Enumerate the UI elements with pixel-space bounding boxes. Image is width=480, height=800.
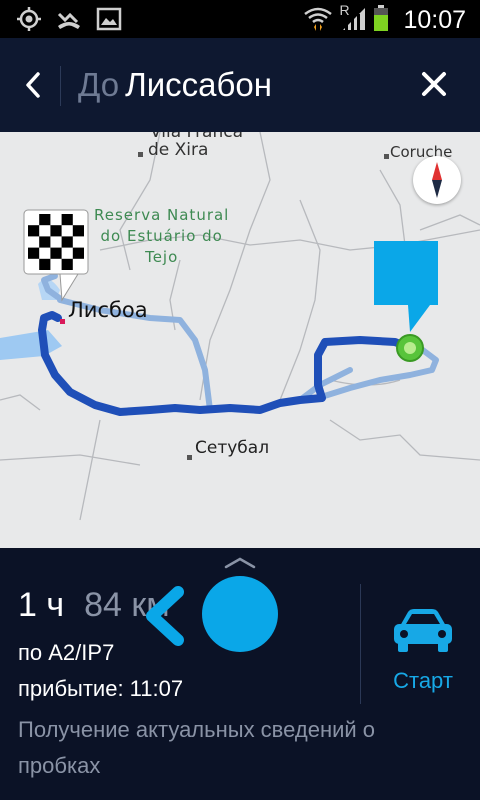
reserva-line-1: Reserva Natural xyxy=(94,206,230,224)
back-button[interactable] xyxy=(14,64,52,106)
start-label: Старт xyxy=(393,668,453,693)
city-dot-lisboa xyxy=(60,319,65,324)
map-label-lisboa: Лисбоа xyxy=(68,298,148,322)
map-label-setubal: Сетубал xyxy=(195,438,270,458)
status-time: 10:07 xyxy=(403,5,466,34)
map-view[interactable]: Vila Franca de Xira Coruche Reserva Natu… xyxy=(0,132,480,548)
route-prefix: До xyxy=(78,66,120,103)
reserva-line-2: do Estuário do xyxy=(100,227,223,245)
wifi-icon xyxy=(303,5,333,35)
route-main xyxy=(38,311,414,416)
city-dot-setubal xyxy=(187,455,192,460)
start-flag xyxy=(374,241,438,332)
close-icon xyxy=(422,72,446,96)
car-icon xyxy=(394,609,452,652)
chevron-up-icon xyxy=(224,557,256,569)
map-borders xyxy=(0,132,480,521)
status-right-icons: R 10:07 xyxy=(303,2,466,36)
header-divider xyxy=(60,66,61,106)
destination-name: Лиссабон xyxy=(125,66,272,103)
battery-icon xyxy=(373,4,389,36)
panel-handle[interactable] xyxy=(222,554,258,569)
start-button[interactable]: Старт xyxy=(370,606,476,702)
missed-call-icon xyxy=(56,6,82,32)
reserva-line-3: Tejo xyxy=(145,248,179,266)
map-canvas xyxy=(0,132,480,521)
gallery-icon xyxy=(96,6,122,32)
status-left-icons xyxy=(16,6,122,32)
start-position-marker-center xyxy=(404,342,416,354)
map-label-reserva: Reserva Natural do Estuário do Tejo xyxy=(94,205,229,268)
compass-button[interactable] xyxy=(413,156,461,204)
network-label: R xyxy=(339,2,350,18)
compass-icon xyxy=(432,162,442,198)
traffic-status: Получение актуальных сведений о пробках xyxy=(18,717,376,778)
header: До Лиссабон xyxy=(0,38,480,132)
panel-divider xyxy=(360,584,361,704)
route-title: До Лиссабон xyxy=(78,66,272,104)
gps-icon xyxy=(16,6,42,32)
overlay-back-chevron[interactable] xyxy=(140,586,190,646)
close-button[interactable] xyxy=(418,68,450,100)
signal-icon: R xyxy=(339,2,367,36)
status-bar: R 10:07 xyxy=(0,0,480,38)
city-dot-xira xyxy=(138,152,143,157)
overlay-floating-button[interactable] xyxy=(202,576,278,652)
chevron-left-icon xyxy=(146,586,184,646)
route-via: по A2/IP7 xyxy=(18,640,115,665)
chevron-left-icon xyxy=(26,72,40,98)
route-duration: 1 ч xyxy=(18,586,65,624)
water-area xyxy=(0,330,62,360)
arrival-time: прибытие: 11:07 xyxy=(18,676,184,701)
checkered-flag-icon xyxy=(28,214,84,270)
city-dot-coruche xyxy=(384,154,389,159)
map-label-xira: de Xira xyxy=(148,140,209,160)
